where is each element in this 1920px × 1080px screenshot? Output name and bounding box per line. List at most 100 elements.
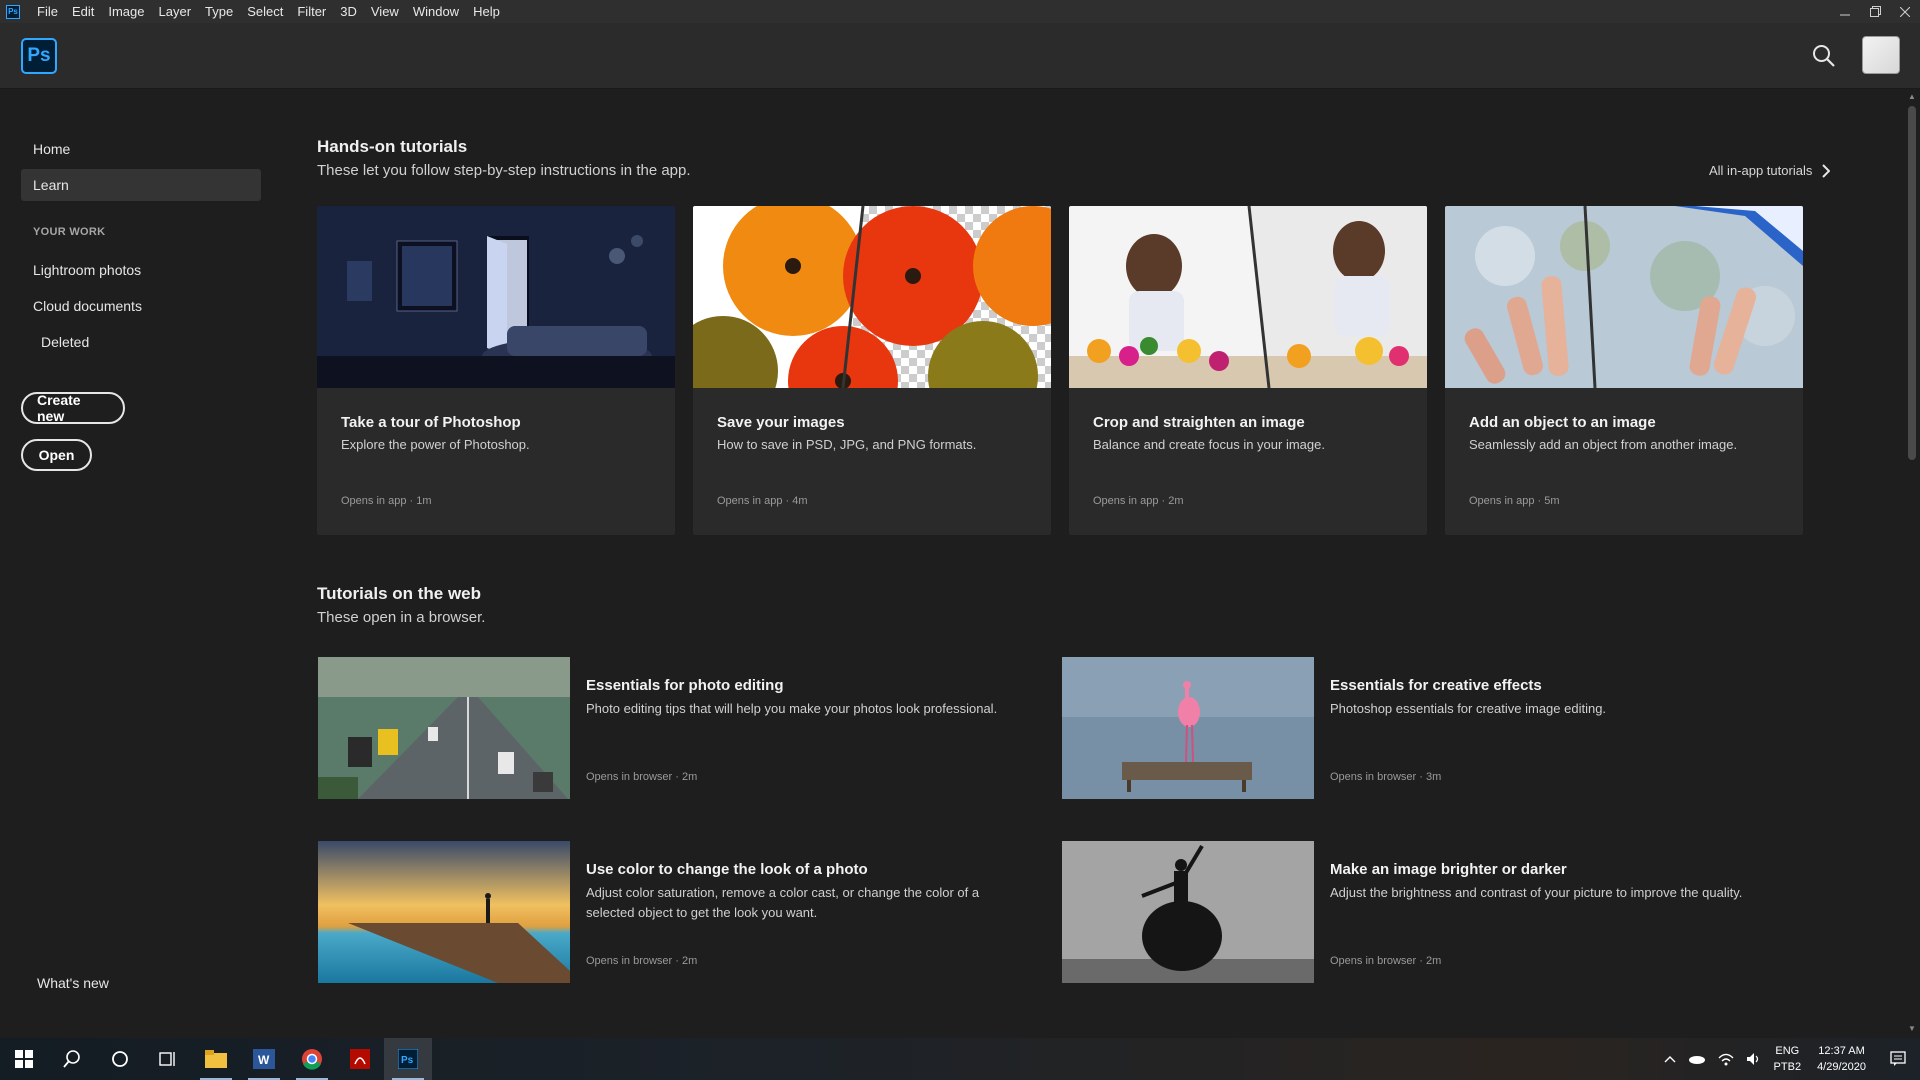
- card-opens-label: Opens in app: [1469, 495, 1535, 507]
- tray-overflow-icon[interactable]: [1658, 1038, 1682, 1080]
- tutorial-card-add-object[interactable]: Add an object to an image Seamlessly add…: [1445, 206, 1803, 535]
- create-new-button[interactable]: Create new: [21, 392, 125, 424]
- brightness-description: Adjust the brightness and contrast of yo…: [1330, 885, 1743, 900]
- whats-new-link[interactable]: What's new: [21, 967, 261, 999]
- menu-3d[interactable]: 3D: [333, 4, 364, 19]
- window-controls: [1830, 0, 1920, 23]
- word-icon[interactable]: W: [240, 1038, 288, 1080]
- color-description: Adjust color saturation, remove a color …: [586, 885, 980, 920]
- web-duration: 2m: [1426, 955, 1442, 967]
- keyboard-layout: PTB2: [1773, 1061, 1802, 1073]
- menu-type[interactable]: Type: [198, 4, 240, 19]
- cortana-icon[interactable]: [96, 1038, 144, 1080]
- volume-icon[interactable]: [1740, 1038, 1768, 1080]
- scrollbar-thumb[interactable]: [1908, 106, 1916, 460]
- vertical-scrollbar[interactable]: ▲ ▼: [1904, 90, 1920, 1038]
- brightness-thumbnail: [1062, 841, 1314, 983]
- menu-bar: Ps File Edit Image Layer Type Select Fil…: [0, 0, 1920, 23]
- sidebar-item-lightroom-photos[interactable]: Lightroom photos: [21, 254, 261, 286]
- web-opens-label: Opens in browser: [1330, 955, 1417, 967]
- card-duration: 4m: [792, 495, 808, 507]
- save-card-description: How to save in PSD, JPG, and PNG formats…: [717, 437, 977, 452]
- clock[interactable]: 12:37 AM 4/29/2020: [1807, 1043, 1876, 1075]
- creative-effects-description: Photoshop essentials for creative image …: [1330, 701, 1607, 716]
- add-object-card-description: Seamlessly add an object from another im…: [1469, 437, 1738, 452]
- open-button[interactable]: Open: [21, 439, 92, 471]
- sidebar-item-deleted[interactable]: Deleted: [21, 326, 261, 358]
- crop-card-meta: Opens in app · 2m: [1093, 495, 1184, 507]
- search-icon[interactable]: [48, 1038, 96, 1080]
- photoshop-logo[interactable]: Ps: [21, 38, 57, 74]
- web-opens-label: Opens in browser: [586, 955, 673, 967]
- add-object-card-meta: Opens in app · 5m: [1469, 495, 1560, 507]
- menu-help[interactable]: Help: [466, 4, 507, 19]
- acrobat-icon[interactable]: [336, 1038, 384, 1080]
- photo-editing-description: Photo editing tips that will help you ma…: [586, 701, 998, 716]
- start-icon[interactable]: [0, 1038, 48, 1080]
- menu-window[interactable]: Window: [406, 4, 466, 19]
- menu-file[interactable]: File: [30, 4, 65, 19]
- card-opens-label: Opens in app: [1093, 495, 1159, 507]
- web-tutorial-creative-effects[interactable]: Essentials for creative effects Photosho…: [1062, 657, 1782, 799]
- web-duration: 3m: [1426, 771, 1442, 783]
- web-tutorials-subtitle: These open in a browser.: [317, 609, 486, 626]
- photoshop-icon[interactable]: Ps: [384, 1038, 432, 1080]
- sidebar-item-home[interactable]: Home: [21, 133, 261, 165]
- menu-edit[interactable]: Edit: [65, 4, 101, 19]
- sidebar-item-cloud-documents[interactable]: Cloud documents: [21, 290, 261, 322]
- tutorial-card-crop[interactable]: Crop and straighten an image Balance and…: [1069, 206, 1427, 535]
- task-view-icon[interactable]: [144, 1038, 192, 1080]
- sidebar-item-learn[interactable]: Learn: [21, 169, 261, 201]
- restore-icon[interactable]: [1860, 0, 1890, 23]
- chrome-icon[interactable]: [288, 1038, 336, 1080]
- crop-thumbnail: [1069, 206, 1427, 388]
- web-tutorial-photo-editing[interactable]: Essentials for photo editing Photo editi…: [318, 657, 1038, 799]
- color-thumbnail: [318, 841, 570, 983]
- creative-effects-title: Essentials for creative effects: [1330, 677, 1542, 694]
- onedrive-icon[interactable]: [1682, 1038, 1712, 1080]
- tutorial-card-save[interactable]: Save your images How to save in PSD, JPG…: [693, 206, 1051, 535]
- tutorial-card-tour[interactable]: Take a tour of Photoshop Explore the pow…: [317, 206, 675, 535]
- card-opens-label: Opens in app: [341, 495, 407, 507]
- tour-card-description: Explore the power of Photoshop.: [341, 437, 530, 452]
- photo-editing-thumbnail: [318, 657, 570, 799]
- all-in-app-tutorials-link[interactable]: All in-app tutorials: [1709, 163, 1831, 178]
- creative-effects-meta: Opens in browser · 3m: [1330, 771, 1442, 783]
- web-tutorials-title: Tutorials on the web: [317, 584, 482, 603]
- menu-view[interactable]: View: [364, 4, 406, 19]
- color-title: Use color to change the look of a photo: [586, 861, 868, 878]
- clock-date: 4/29/2020: [1817, 1061, 1866, 1073]
- menu-image[interactable]: Image: [101, 4, 151, 19]
- save-card-title: Save your images: [717, 414, 845, 431]
- photo-editing-meta: Opens in browser · 2m: [586, 771, 698, 783]
- minimize-icon[interactable]: [1830, 0, 1860, 23]
- menu-layer[interactable]: Layer: [152, 4, 199, 19]
- windows-taskbar: W Ps ENG PTB2 12:37 AM 4/29/2020: [0, 1038, 1920, 1080]
- photo-editing-title: Essentials for photo editing: [586, 677, 784, 694]
- your-work-heading: YOUR WORK: [33, 226, 106, 238]
- system-tray: ENG PTB2 12:37 AM 4/29/2020: [1658, 1038, 1920, 1080]
- language-code: ENG: [1775, 1045, 1800, 1057]
- scroll-up-icon[interactable]: ▲: [1908, 92, 1916, 101]
- add-object-card-title: Add an object to an image: [1469, 414, 1656, 431]
- web-tutorial-brightness[interactable]: Make an image brighter or darker Adjust …: [1062, 841, 1782, 983]
- file-explorer-icon[interactable]: [192, 1038, 240, 1080]
- learn-content: Hands-on tutorials These let you follow …: [280, 90, 1904, 1038]
- language-indicator[interactable]: ENG PTB2: [1768, 1043, 1808, 1075]
- card-duration: 5m: [1544, 495, 1560, 507]
- tour-card-title: Take a tour of Photoshop: [341, 414, 521, 431]
- crop-card-title: Crop and straighten an image: [1093, 414, 1305, 431]
- wifi-icon[interactable]: [1712, 1038, 1740, 1080]
- menu-filter[interactable]: Filter: [290, 4, 333, 19]
- add-object-thumbnail: [1445, 206, 1803, 388]
- web-duration: 2m: [682, 955, 698, 967]
- photoshop-app-icon: Ps: [6, 4, 20, 19]
- web-tutorial-color[interactable]: Use color to change the look of a photo …: [318, 841, 1038, 983]
- creative-effects-thumbnail: [1062, 657, 1314, 799]
- scroll-down-icon[interactable]: ▼: [1908, 1024, 1916, 1033]
- menu-select[interactable]: Select: [240, 4, 290, 19]
- user-avatar[interactable]: [1862, 36, 1900, 74]
- search-icon[interactable]: [1811, 43, 1837, 69]
- close-icon[interactable]: [1890, 0, 1920, 23]
- notifications-icon[interactable]: [1876, 1038, 1920, 1080]
